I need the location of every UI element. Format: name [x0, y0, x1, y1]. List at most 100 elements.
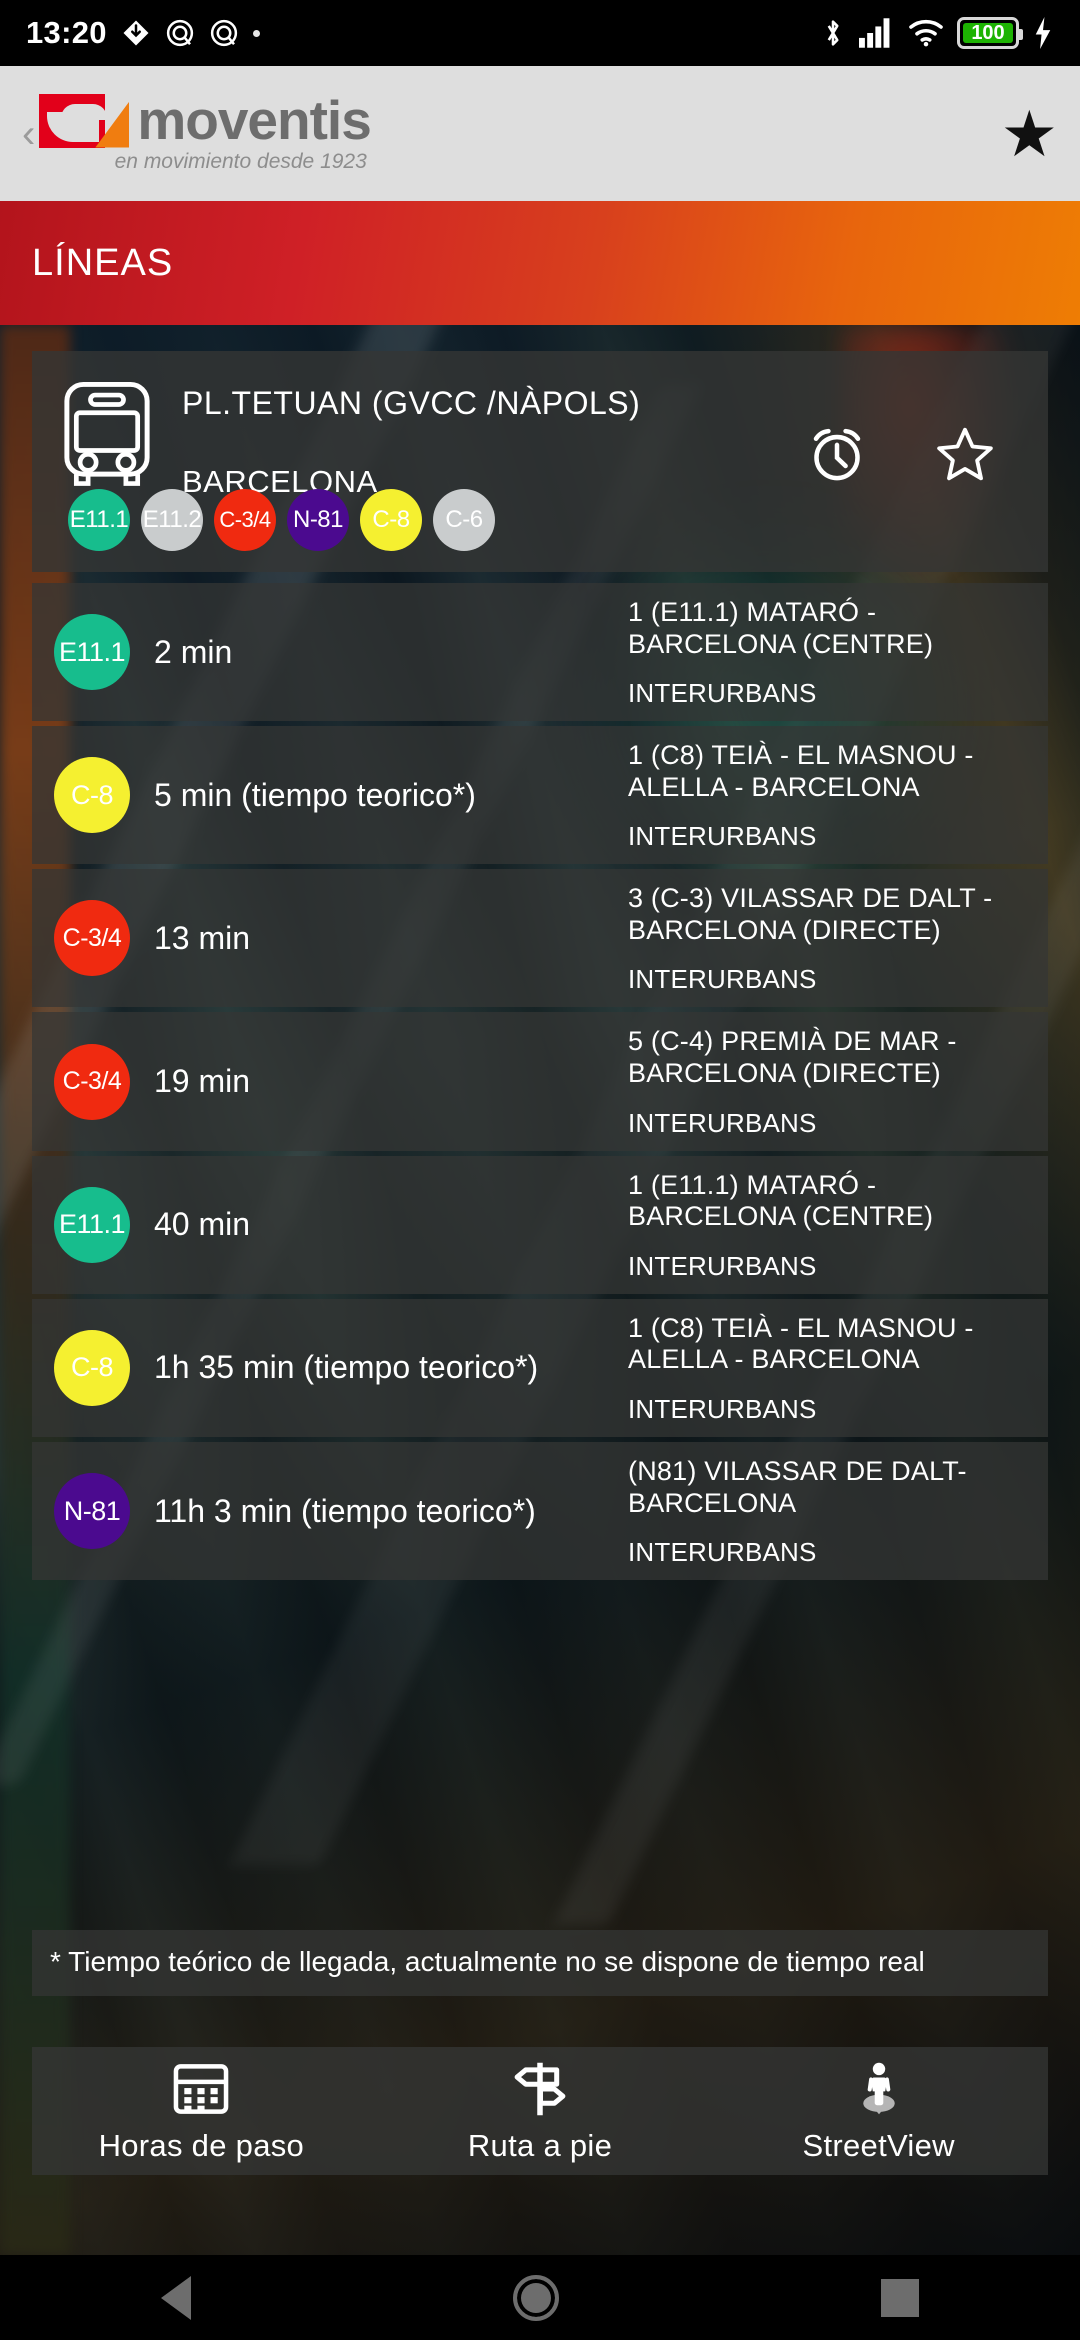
line-badge-c34[interactable]: C-3/4: [214, 489, 276, 551]
action-label: Horas de paso: [98, 2128, 305, 2163]
stop-names: PL.TETUAN (GVCC /NÀPOLS) BARCELONA: [182, 369, 806, 500]
nav-back-icon[interactable]: [161, 2275, 191, 2320]
arrival-left: C-8 1h 35 min (tiempo teorico*): [32, 1299, 620, 1437]
logo-tagline: en movimiento desde 1923: [114, 150, 367, 173]
arrival-line-badge: N-81: [54, 1473, 130, 1550]
nav-recents-icon[interactable]: [881, 2278, 919, 2317]
arrival-left: E11.1 2 min: [32, 583, 620, 721]
arrival-line-badge: E11.1: [54, 614, 130, 691]
arrival-right: (N81) VILASSAR DE DALT-BARCELONA INTERUR…: [620, 1442, 1048, 1580]
back-button[interactable]: ‹: [22, 114, 35, 154]
do-not-disturb-icon: [166, 19, 193, 47]
status-clock: 13:20: [26, 15, 107, 50]
arrival-destination: 5 (C-4) PREMIÀ DE MAR - BARCELONA (DIREC…: [628, 1026, 957, 1089]
action-bar: Horas de paso Ruta a pie StreetView: [32, 2047, 1048, 2175]
stop-city: BARCELONA: [182, 464, 378, 499]
action-label: Ruta a pie: [467, 2128, 613, 2163]
arrival-time: 5 min (tiempo teorico*): [154, 776, 476, 813]
arrival-destination: 1 (E11.1) MATARÓ - BARCELONA (CENTRE): [628, 1169, 934, 1232]
arrival-row[interactable]: C-3/4 13 min 3 (C-3) VILASSAR DE DALT - …: [32, 869, 1048, 1008]
bluetooth-icon: [827, 20, 839, 46]
signal-bars-icon: [859, 18, 890, 48]
arrival-service-type: INTERURBANS: [628, 964, 817, 995]
arrival-destination: (N81) VILASSAR DE DALT-BARCELONA: [628, 1455, 967, 1518]
calendar-icon: [174, 2064, 229, 2114]
horas-de-paso-button[interactable]: Horas de paso: [32, 2058, 371, 2164]
arrival-service-type: INTERURBANS: [628, 678, 817, 709]
theoretical-time-footnote: * Tiempo teórico de llegada, actualmente…: [32, 1930, 1048, 1997]
arrival-time: 2 min: [154, 633, 233, 670]
arrival-left: N-81 11h 3 min (tiempo teorico*): [32, 1442, 620, 1580]
arrival-left: C-3/4 19 min: [32, 1012, 620, 1150]
arrival-right: 1 (C8) TEIÀ - EL MASNOU - ALELLA - BARCE…: [620, 1299, 1048, 1437]
arrival-service-type: INTERURBANS: [628, 821, 817, 852]
charging-bolt-icon: [1035, 17, 1051, 49]
arrival-line-badge: C-3/4: [54, 900, 130, 977]
arrival-row[interactable]: C-8 5 min (tiempo teorico*) 1 (C8) TEIÀ …: [32, 726, 1048, 865]
alarm-clock-icon[interactable]: [806, 423, 868, 485]
arrival-service-type: INTERURBANS: [628, 1107, 817, 1138]
arrival-right: 3 (C-3) VILASSAR DE DALT - BARCELONA (DI…: [620, 869, 1048, 1007]
arrival-left: C-8 5 min (tiempo teorico*): [32, 726, 620, 864]
nav-home-icon[interactable]: [513, 2274, 559, 2321]
arrival-right: 1 (E11.1) MATARÓ - BARCELONA (CENTRE) IN…: [620, 1156, 1048, 1294]
page-title: LÍNEAS: [32, 241, 174, 284]
line-badge-e112[interactable]: E11.2: [141, 489, 203, 551]
arrival-line-badge: E11.1: [54, 1186, 130, 1263]
sync-download-icon: [123, 20, 149, 46]
arrival-left: C-3/4 13 min: [32, 869, 620, 1007]
bus-icon: [32, 369, 182, 493]
arrival-time: 13 min: [154, 919, 251, 956]
do-not-disturb-icon-2: [210, 19, 237, 47]
arrival-row[interactable]: E11.1 40 min 1 (E11.1) MATARÓ - BARCELON…: [32, 1155, 1048, 1294]
notification-dot-icon: [252, 29, 260, 37]
status-bar-right: 100: [820, 16, 1054, 50]
status-bar-left: 13:20: [26, 15, 260, 51]
arrival-time: 40 min: [154, 1206, 251, 1243]
arrival-destination: 1 (C8) TEIÀ - EL MASNOU - ALELLA - BARCE…: [628, 1312, 974, 1375]
ruta-a-pie-button[interactable]: Ruta a pie: [371, 2058, 710, 2164]
stop-info-card[interactable]: PL.TETUAN (GVCC /NÀPOLS) BARCELONA E11.1…: [32, 351, 1048, 572]
wifi-icon: [909, 19, 943, 47]
arrival-destination: 1 (C8) TEIÀ - EL MASNOU - ALELLA - BARCE…: [628, 740, 974, 802]
arrival-time: 19 min: [154, 1063, 251, 1100]
arrival-line-badge: C-3/4: [54, 1043, 130, 1120]
pegman-icon: [862, 2062, 895, 2115]
streetview-button[interactable]: StreetView: [709, 2058, 1048, 2164]
battery-level-label: 100: [971, 21, 1005, 44]
arrival-service-type: INTERURBANS: [628, 1537, 817, 1568]
phone-screen: 13:20 100 ‹ moventis en movimiento desde…: [0, 0, 1080, 2340]
line-badge-c8[interactable]: C-8: [360, 489, 422, 551]
status-bar: 13:20 100: [0, 0, 1080, 66]
moventis-mark-icon: [39, 93, 130, 148]
arrival-right: 1 (C8) TEIÀ - EL MASNOU - ALELLA - BARCE…: [620, 726, 1048, 864]
line-badge-e111[interactable]: E11.1: [68, 489, 130, 551]
favorites-button[interactable]: ★: [1001, 102, 1058, 166]
section-header-lineas: LÍNEAS: [0, 201, 1080, 325]
action-label: StreetView: [802, 2128, 955, 2163]
arrival-row[interactable]: C-8 1h 35 min (tiempo teorico*) 1 (C8) T…: [32, 1298, 1048, 1437]
content-area: PL.TETUAN (GVCC /NÀPOLS) BARCELONA E11.1…: [0, 325, 1080, 2255]
logo-wordmark: moventis: [137, 89, 371, 151]
arrival-line-badge: C-8: [54, 757, 130, 834]
arrival-service-type: INTERURBANS: [628, 1250, 817, 1281]
logo-row: moventis: [39, 89, 372, 151]
arrival-row[interactable]: C-3/4 19 min 5 (C-4) PREMIÀ DE MAR - BAR…: [32, 1012, 1048, 1151]
app-header: ‹ moventis en movimiento desde 1923 ★: [0, 66, 1080, 201]
arrival-line-badge: C-8: [54, 1329, 130, 1406]
battery-icon: 100: [957, 17, 1023, 49]
arrival-destination: 1 (E11.1) MATARÓ - BARCELONA (CENTRE): [628, 597, 934, 659]
arrival-service-type: INTERURBANS: [628, 1393, 817, 1424]
stop-actions: [806, 369, 1048, 485]
arrivals-list: E11.1 2 min 1 (E11.1) MATARÓ - BARCELONA…: [32, 583, 1048, 1585]
arrival-right: 1 (E11.1) MATARÓ - BARCELONA (CENTRE) IN…: [620, 583, 1048, 721]
arrival-row[interactable]: N-81 11h 3 min (tiempo teorico*) (N81) V…: [32, 1441, 1048, 1581]
android-nav-bar: [0, 2255, 1080, 2340]
line-badge-c6[interactable]: C-6: [433, 489, 495, 551]
signpost-icon: [514, 2062, 566, 2116]
arrival-right: 5 (C-4) PREMIÀ DE MAR - BARCELONA (DIREC…: [620, 1012, 1048, 1150]
line-badge-n81[interactable]: N-81: [287, 489, 349, 551]
star-outline-icon[interactable]: [934, 423, 996, 485]
stop-name: PL.TETUAN (GVCC /NÀPOLS): [182, 385, 641, 421]
arrival-row[interactable]: E11.1 2 min 1 (E11.1) MATARÓ - BARCELONA…: [32, 583, 1048, 722]
